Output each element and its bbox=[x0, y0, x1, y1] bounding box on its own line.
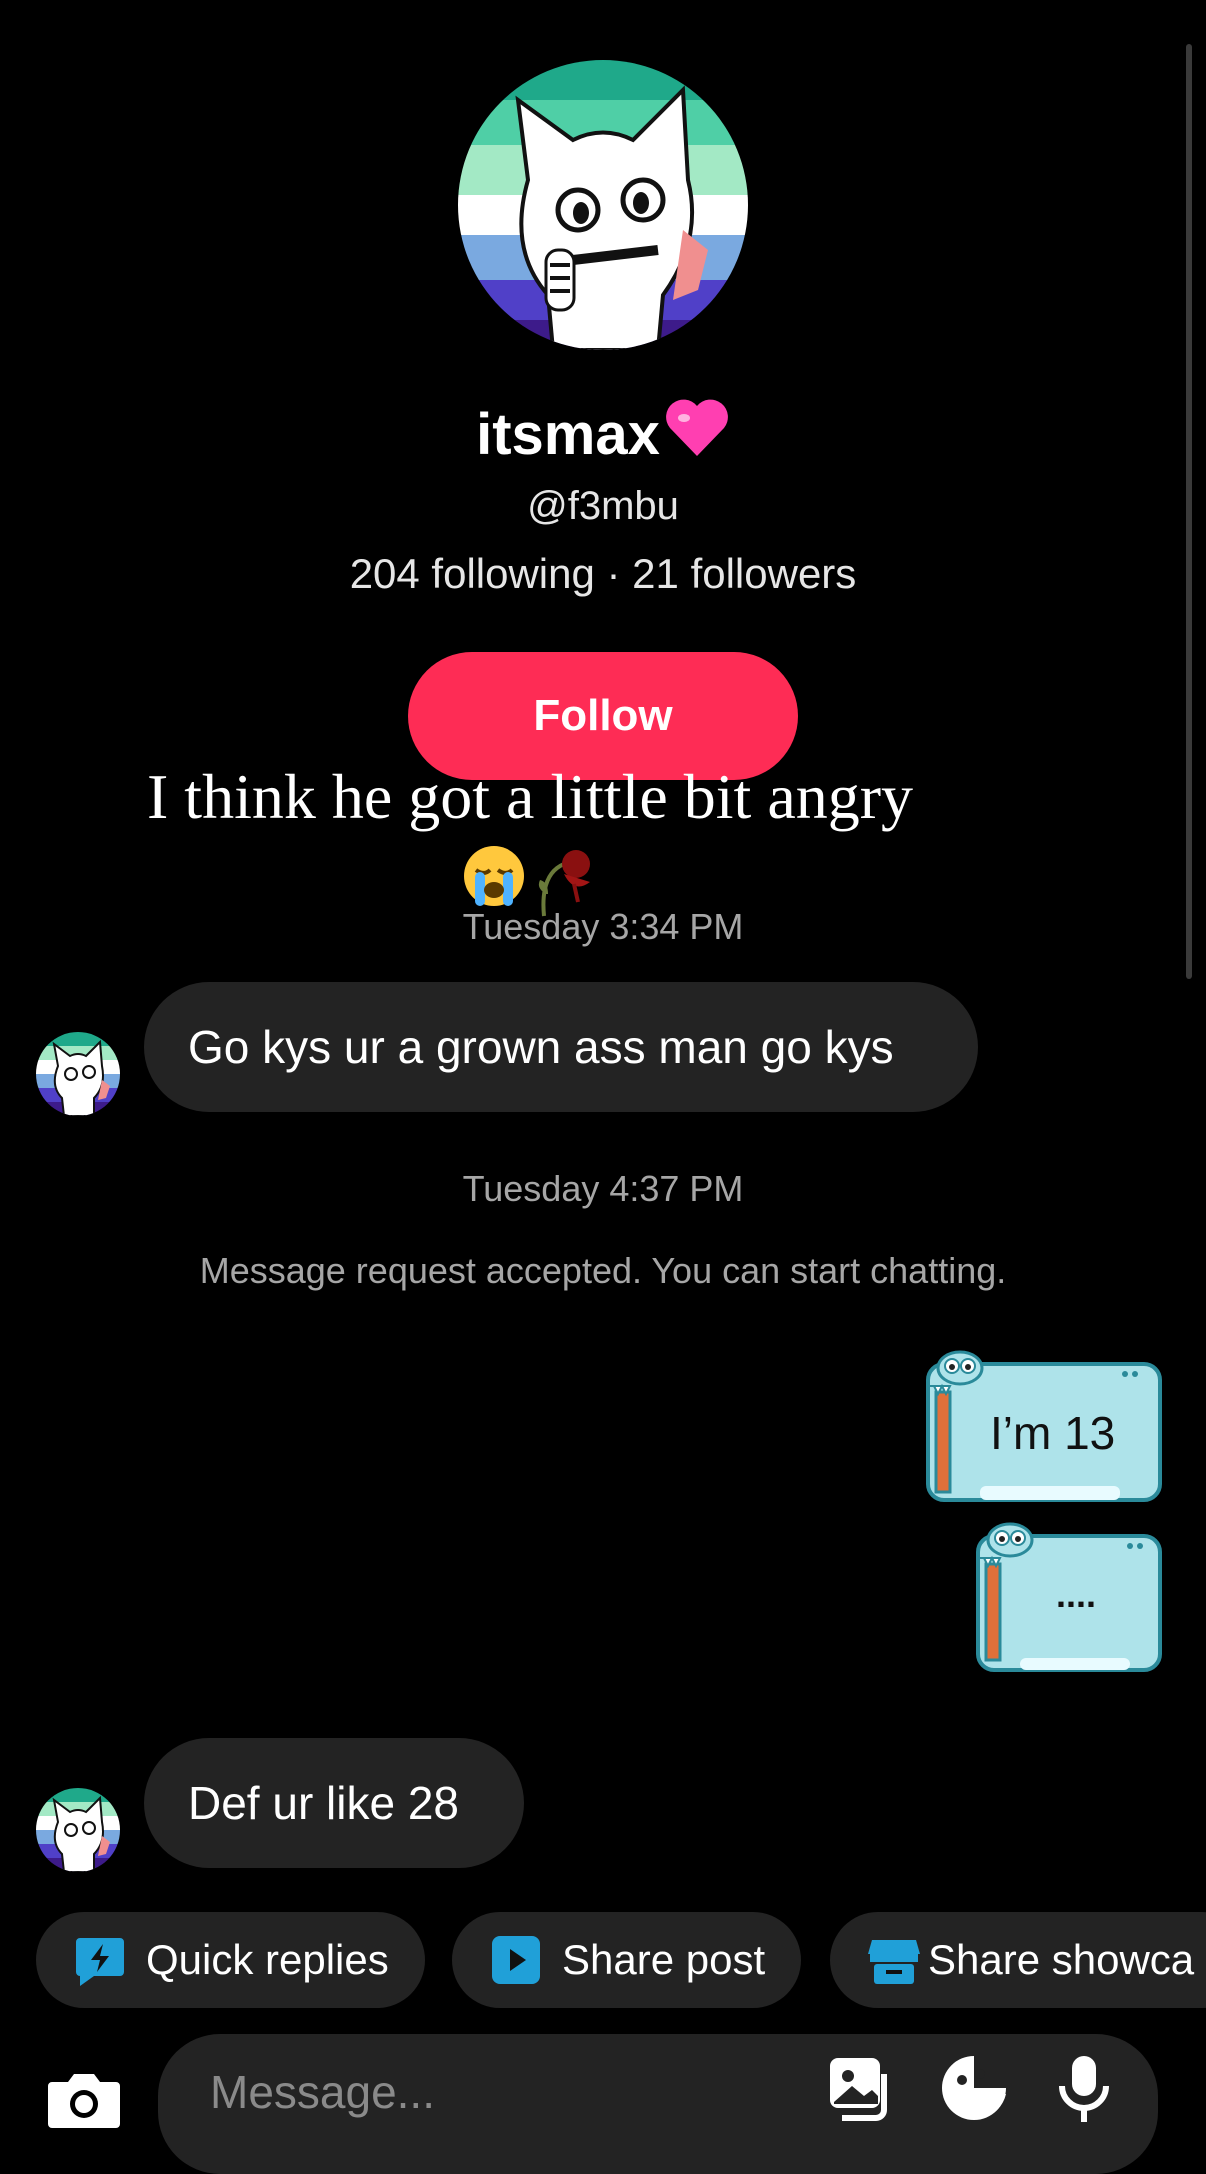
pink-heart-icon bbox=[664, 398, 730, 463]
microphone-icon[interactable] bbox=[1048, 2052, 1120, 2124]
message-bubble-incoming[interactable]: Def ur like 28 bbox=[144, 1738, 524, 1868]
camera-icon[interactable] bbox=[46, 2068, 122, 2132]
sender-avatar[interactable] bbox=[36, 1032, 120, 1116]
lightning-icon bbox=[74, 1934, 126, 1986]
message-composer bbox=[158, 2034, 1158, 2174]
follow-stats[interactable]: 204 following · 21 followers bbox=[0, 550, 1206, 598]
system-message: Message request accepted. You can start … bbox=[199, 1250, 1007, 1291]
timestamp: Tuesday 4:37 PM bbox=[462, 1168, 744, 1209]
chip-label: Share showca bbox=[928, 1936, 1195, 1983]
sticker-icon[interactable] bbox=[938, 2052, 1010, 2124]
sticker-text: .... bbox=[1056, 1574, 1097, 1615]
chip-label: Quick replies bbox=[146, 1936, 389, 1983]
message-text: Def ur like 28 bbox=[188, 1777, 460, 1829]
message-bubble-incoming[interactable]: Go kys ur a grown ass man go kys bbox=[144, 982, 978, 1112]
chip-label: Share post bbox=[562, 1936, 766, 1983]
quick-replies-chip[interactable]: Quick replies bbox=[36, 1912, 425, 2008]
gallery-icon[interactable] bbox=[826, 2052, 898, 2124]
timestamp: Tuesday 3:34 PM bbox=[462, 906, 744, 947]
share-showcase-chip[interactable]: Share showca bbox=[830, 1912, 1206, 2008]
profile-handle: @f3mbu bbox=[527, 484, 679, 528]
storefront-icon bbox=[868, 1934, 920, 1986]
sticker-message[interactable]: I’m 13 bbox=[920, 1346, 1170, 1513]
overlay-caption: I think he got a little bit angry bbox=[146, 761, 914, 832]
share-post-chip[interactable]: Share post bbox=[452, 1912, 802, 2008]
sticker-text: I’m 13 bbox=[990, 1407, 1116, 1459]
sticker-message[interactable]: .... bbox=[970, 1518, 1170, 1685]
sender-avatar[interactable] bbox=[36, 1788, 120, 1872]
message-text: Go kys ur a grown ass man go kys bbox=[188, 1021, 894, 1073]
play-icon bbox=[490, 1934, 542, 1986]
display-name-row: itsmax bbox=[0, 398, 1206, 468]
profile-avatar[interactable] bbox=[458, 60, 748, 350]
message-input[interactable] bbox=[208, 2056, 732, 2128]
display-name: itsmax bbox=[476, 402, 660, 467]
